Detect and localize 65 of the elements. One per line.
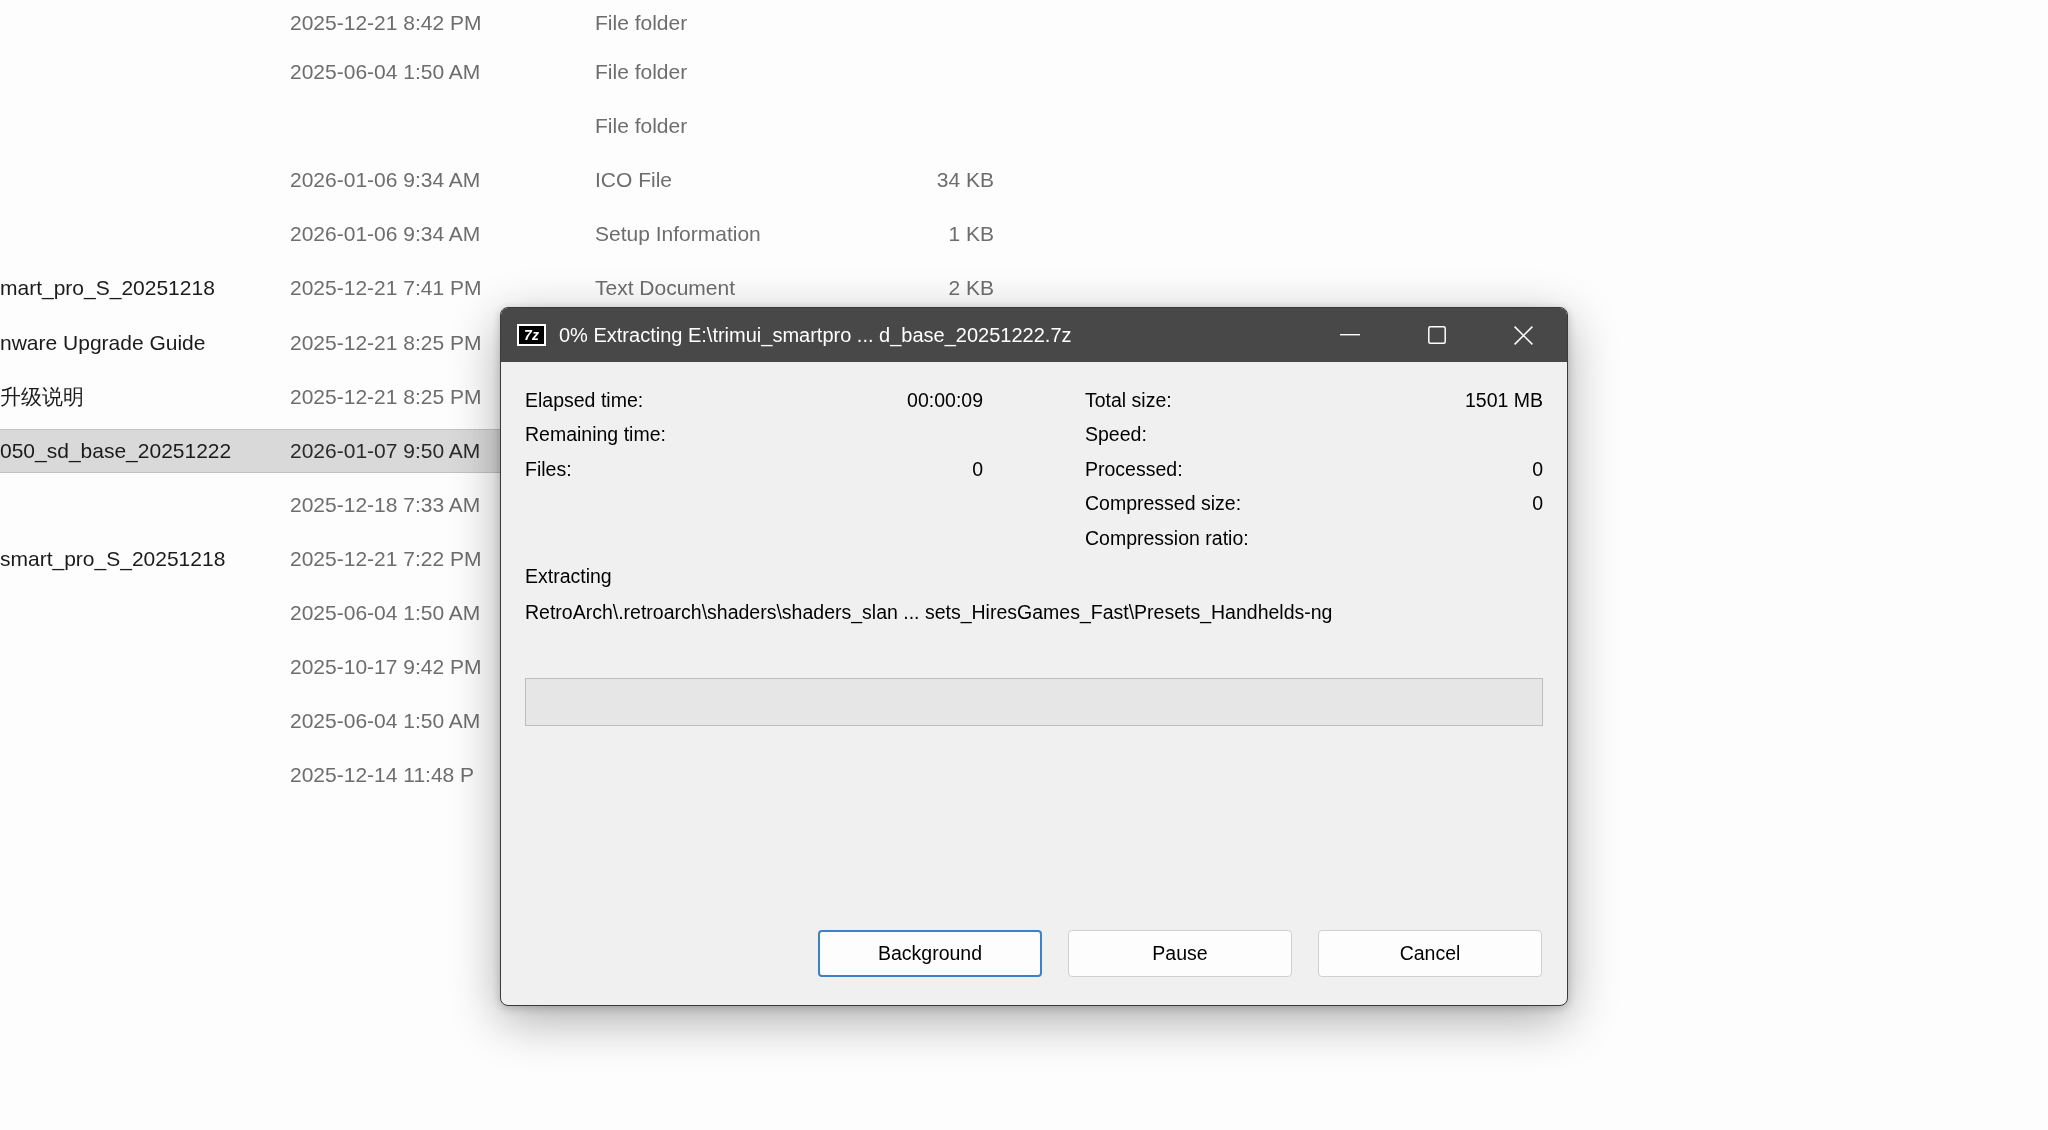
- file-row[interactable]: 2026-01-06 9:34 AM: [0, 158, 500, 203]
- stat-value: 0: [1532, 457, 1543, 481]
- stat-label: Compression ratio:: [1085, 526, 1249, 550]
- date-modified: 2025-06-04 1:50 AM: [290, 59, 481, 86]
- file-row[interactable]: 2025-06-04 1:50 AM: [0, 699, 500, 744]
- file-type[interactable]: File folder: [595, 113, 688, 140]
- date-modified: 2025-12-21 7:41 PM: [290, 275, 482, 302]
- stat-label: Remaining time:: [525, 423, 666, 447]
- file-row[interactable]: 2025-12-21 8:42 PM: [0, 0, 500, 45]
- date-modified: 2025-12-18 7:33 AM: [290, 491, 481, 518]
- file-size: 2 KB: [948, 275, 994, 302]
- stat-label: Total size:: [1085, 388, 1172, 412]
- file-size: 34 KB: [936, 167, 994, 194]
- close-icon[interactable]: [1514, 325, 1533, 345]
- file-type: Text Document: [595, 275, 736, 302]
- file-name: mart_pro_S_20251218: [0, 275, 215, 302]
- file-name: smart_pro_S_20251218: [0, 545, 226, 572]
- file-row[interactable]: nware Upgrade Guide 2025-12-21 8:25 PM: [0, 320, 500, 365]
- stat-value: 0: [972, 457, 983, 481]
- background-button[interactable]: Background: [818, 930, 1042, 977]
- file-row[interactable]: 2025-10-17 9:42 PM: [0, 645, 500, 690]
- date-modified: 2025-06-04 1:50 AM: [290, 708, 481, 735]
- app-logo: 7z: [517, 324, 546, 346]
- file-row[interactable]: 050_sd_base_20251222 2026-01-07 9:50 AM: [0, 428, 500, 473]
- file-name: 050_sd_base_20251222: [0, 437, 232, 464]
- date-modified: 2025-12-21 8:25 PM: [290, 329, 482, 356]
- date-modified: 2025-12-14 11:48 P: [290, 762, 475, 789]
- stat-value: 1501 MB: [1464, 388, 1543, 412]
- minimize-icon[interactable]: [1339, 334, 1360, 336]
- date-modified: 2025-10-17 9:42 PM: [290, 654, 482, 681]
- stat-label: Files:: [525, 457, 572, 481]
- stat-value: 00:00:09: [907, 388, 983, 412]
- pause-button[interactable]: Pause: [1068, 930, 1292, 977]
- file-row[interactable]: mart_pro_S_20251218 2025-12-21 7:41 PM: [0, 266, 500, 311]
- stat-label: Compressed size:: [1085, 492, 1242, 516]
- file-name: nware Upgrade Guide: [0, 329, 206, 356]
- file-row[interactable]: smart_pro_S_20251218 2025-12-21 7:22 PM: [0, 536, 500, 581]
- file-type: File folder: [595, 9, 688, 36]
- stat-value: 0: [1532, 492, 1543, 516]
- date-modified: 2025-06-04 1:50 AM: [290, 600, 481, 626]
- date-modified: 2026-01-06 9:34 AM: [290, 167, 481, 194]
- file-size: 1 KB: [948, 221, 994, 248]
- status-text: Extracting: [525, 565, 612, 588]
- file-name: 升级说明: [0, 383, 84, 410]
- file-type: File folder: [595, 59, 688, 86]
- cancel-button[interactable]: Cancel: [1318, 930, 1542, 977]
- maximize-icon[interactable]: [1427, 326, 1446, 344]
- file-type: ICO File: [595, 167, 672, 194]
- stat-label: Elapsed time:: [525, 388, 644, 412]
- file-row[interactable]: 2025-06-04 1:50 AM: [0, 591, 500, 635]
- file-type: Setup Information: [595, 221, 761, 248]
- current-file-path: RetroArch\.retroarch\shaders\shaders_slan ... sets_HiresGames_Fast\Presets_Handhelds-ng: [525, 601, 1333, 624]
- window-title: 0% Extracting E:\trimui_smartpro ... d_base_20251222.7z: [559, 323, 1072, 347]
- file-row[interactable]: 升级说明 2025-12-21 8:25 PM: [0, 374, 500, 419]
- date-modified: 2026-01-06 9:34 AM: [290, 221, 481, 248]
- date-modified: 2025-12-21 8:42 PM: [290, 9, 482, 36]
- date-modified: 2025-12-21 7:22 PM: [290, 545, 482, 572]
- file-row[interactable]: 2025-12-18 7:33 AM: [0, 482, 500, 527]
- file-row[interactable]: 2025-12-14 11:48 P: [0, 753, 500, 798]
- stat-label: Speed:: [1085, 423, 1147, 447]
- stat-label: Processed:: [1085, 457, 1183, 481]
- file-row[interactable]: 2026-01-06 9:34 AM: [0, 212, 500, 257]
- file-row[interactable]: 2025-06-04 1:50 AM: [0, 50, 500, 95]
- date-modified: 2025-12-21 8:25 PM: [290, 383, 482, 410]
- date-modified: 2026-01-07 9:50 AM: [290, 437, 481, 464]
